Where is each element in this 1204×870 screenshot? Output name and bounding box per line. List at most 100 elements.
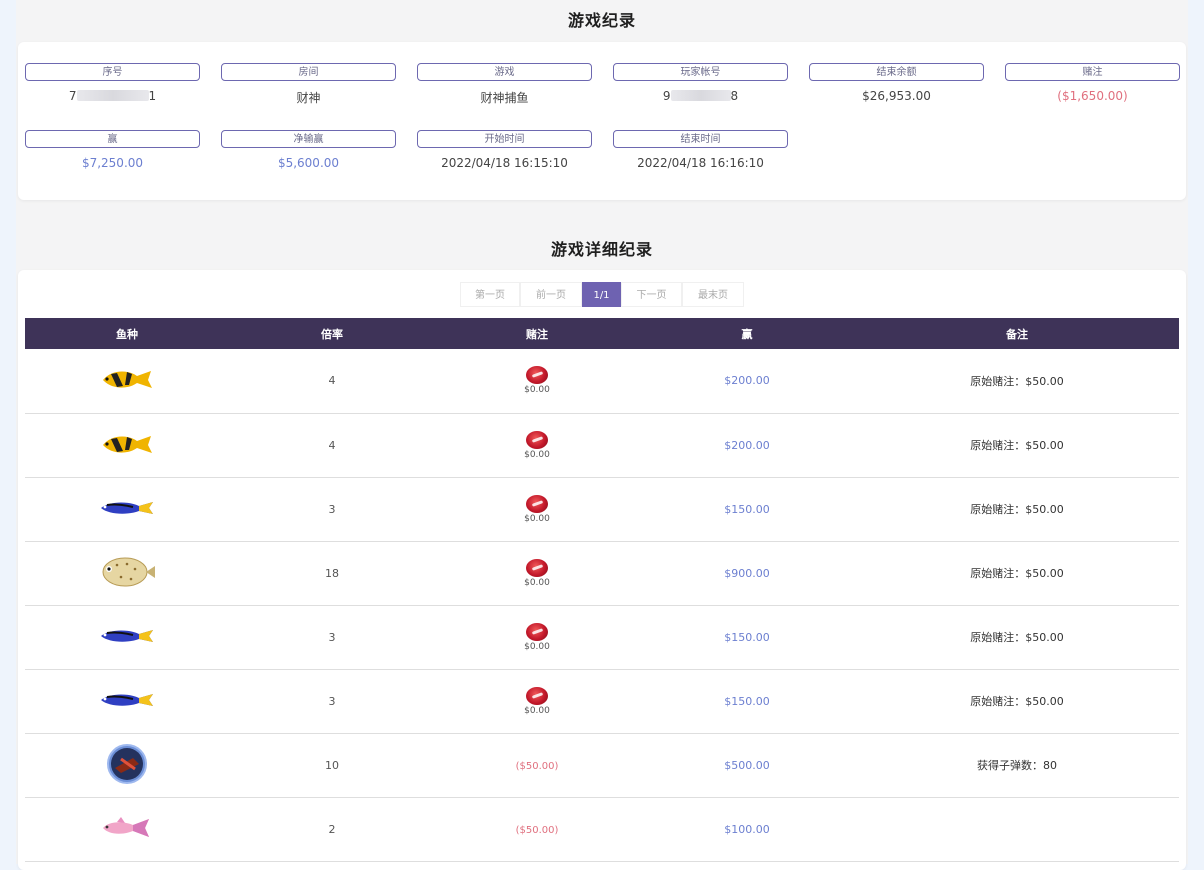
detail-table: 鱼种 倍率 赌注 赢 备注 4 $0.00 $200.00 原始赌注：$50.00 4 $…: [25, 318, 1179, 862]
coin-icon: [526, 366, 548, 385]
rate-cell: 3: [328, 502, 336, 516]
fish-cell: [25, 413, 229, 477]
col-note: 备注: [1006, 327, 1028, 341]
blue-tang-icon: [99, 691, 155, 709]
pink-fish-icon: [99, 815, 155, 841]
bet-cell: ($50.00): [435, 797, 639, 861]
field-label: 结束时间: [613, 130, 788, 148]
win-cell: $150.00: [724, 694, 770, 708]
rate-cell: 18: [325, 566, 339, 580]
field-label: 游戏: [417, 63, 592, 81]
fish-cell: [25, 477, 229, 541]
table-row: 2 ($50.00) $100.00: [25, 797, 1179, 861]
cannon-medal-icon: [99, 743, 155, 785]
win-cell: $900.00: [724, 566, 770, 580]
table-row: 3 $0.00 $150.00 原始赌注：$50.00: [25, 477, 1179, 541]
win-cell: $200.00: [724, 438, 770, 452]
yellow-butterflyfish-icon: [99, 366, 155, 392]
field-label: 结束余额: [809, 63, 984, 81]
fish-cell: [25, 797, 229, 861]
table-row: 18 $0.00 $900.00 原始赌注：$50.00: [25, 541, 1179, 605]
field-end-balance: 结束余额 $26,953.00: [809, 63, 984, 103]
bet-amount: $0.00: [524, 641, 550, 652]
bet-cell: $0.00: [435, 477, 639, 541]
pager-current-page[interactable]: 1/1: [582, 282, 621, 307]
field-game: 游戏 财神捕鱼: [417, 63, 592, 106]
win-cell: $500.00: [724, 758, 770, 772]
win-cell: $100.00: [724, 822, 770, 836]
pufferfish-icon: [97, 555, 157, 589]
detail-card: 第一页 前一页 1/1 下一页 最末页 鱼种 倍率 赌注 赢 备注 4 $0.00…: [18, 270, 1186, 870]
note-cell: 原始赌注：$50.00: [970, 439, 1064, 452]
masked-block: [670, 90, 731, 101]
table-body: 4 $0.00 $200.00 原始赌注：$50.00 4 $0.00 $200.00 原始赌…: [25, 349, 1179, 861]
field-label: 序号: [25, 63, 200, 81]
field-room: 房间 财神: [221, 63, 396, 106]
col-win: 赢: [741, 327, 753, 341]
field-start-time: 开始时间 2022/04/18 16:15:10: [417, 130, 592, 170]
field-value: 98: [662, 89, 739, 103]
rate-cell: 4: [328, 374, 336, 388]
col-bet: 赌注: [526, 327, 548, 341]
win-cell: $200.00: [724, 374, 770, 388]
rate-cell: 3: [328, 630, 336, 644]
field-label: 玩家帐号: [613, 63, 788, 81]
fish-cell: [25, 669, 229, 733]
field-net-win: 净输赢 $5,600.00: [221, 130, 396, 170]
pager-prev-button[interactable]: 前一页: [520, 282, 582, 307]
bet-cell: $0.00: [435, 541, 639, 605]
bet-cell: $0.00: [435, 669, 639, 733]
rate-cell: 4: [328, 438, 336, 452]
bet-cell: $0.00: [435, 605, 639, 669]
rate-cell: 3: [328, 694, 336, 708]
field-bet: 赌注 ($1,650.00): [1005, 63, 1180, 103]
bet-cell: $0.00: [435, 413, 639, 477]
fish-cell: [25, 349, 229, 413]
field-value: 71: [68, 89, 157, 103]
fish-cell: [25, 605, 229, 669]
table-row: 3 $0.00 $150.00 原始赌注：$50.00: [25, 669, 1179, 733]
col-fish-type: 鱼种: [116, 327, 138, 341]
table-row: 4 $0.00 $200.00 原始赌注：$50.00: [25, 349, 1179, 413]
rate-cell: 2: [328, 822, 336, 836]
field-value: $5,600.00: [277, 156, 340, 170]
pager-first-button[interactable]: 第一页: [460, 282, 520, 307]
blue-tang-icon: [99, 499, 155, 517]
pager-last-button[interactable]: 最末页: [682, 282, 744, 307]
field-serial: 序号 71: [25, 63, 200, 103]
coin-icon: [526, 558, 548, 577]
win-cell: $150.00: [724, 630, 770, 644]
field-label: 房间: [221, 63, 396, 81]
note-cell: 获得子弹数：80: [977, 759, 1057, 772]
coin-icon: [526, 430, 548, 449]
table-header-row: 鱼种 倍率 赌注 赢 备注: [25, 318, 1179, 349]
bet-amount: $0.00: [524, 577, 550, 588]
note-cell: 原始赌注：$50.00: [970, 374, 1064, 388]
fish-cell: [25, 733, 229, 797]
note-cell: 原始赌注：$50.00: [970, 567, 1064, 580]
field-label: 净输赢: [221, 130, 396, 148]
bet-amount: $0.00: [524, 513, 550, 524]
field-value: ($1,650.00): [1057, 89, 1128, 103]
rate-cell: 10: [325, 758, 339, 772]
bet-amount: $0.00: [524, 385, 550, 396]
field-label: 开始时间: [417, 130, 592, 148]
summary-title: 游戏纪录: [567, 11, 636, 30]
coin-icon: [526, 686, 548, 705]
col-rate: 倍率: [321, 327, 343, 341]
bet-amount: ($50.00): [515, 760, 559, 772]
field-player-account: 玩家帐号 98: [613, 63, 788, 103]
pager-next-button[interactable]: 下一页: [621, 282, 682, 307]
detail-title: 游戏详细纪录: [550, 240, 653, 259]
summary-card: 序号 71 房间 财神 游戏 财神捕鱼 玩家帐号 98 结束余额 $26,953…: [18, 42, 1186, 200]
bet-amount: ($50.00): [515, 824, 559, 836]
field-value: 财神: [296, 91, 321, 105]
bet-amount: $0.00: [524, 705, 550, 716]
field-value: 2022/04/18 16:15:10: [441, 156, 568, 170]
field-value: $26,953.00: [862, 89, 931, 103]
coin-icon: [526, 622, 548, 641]
bet-amount: $0.00: [524, 449, 550, 460]
field-value: $7,250.00: [81, 156, 144, 170]
bet-cell: ($50.00): [435, 733, 639, 797]
win-cell: $150.00: [724, 502, 770, 516]
